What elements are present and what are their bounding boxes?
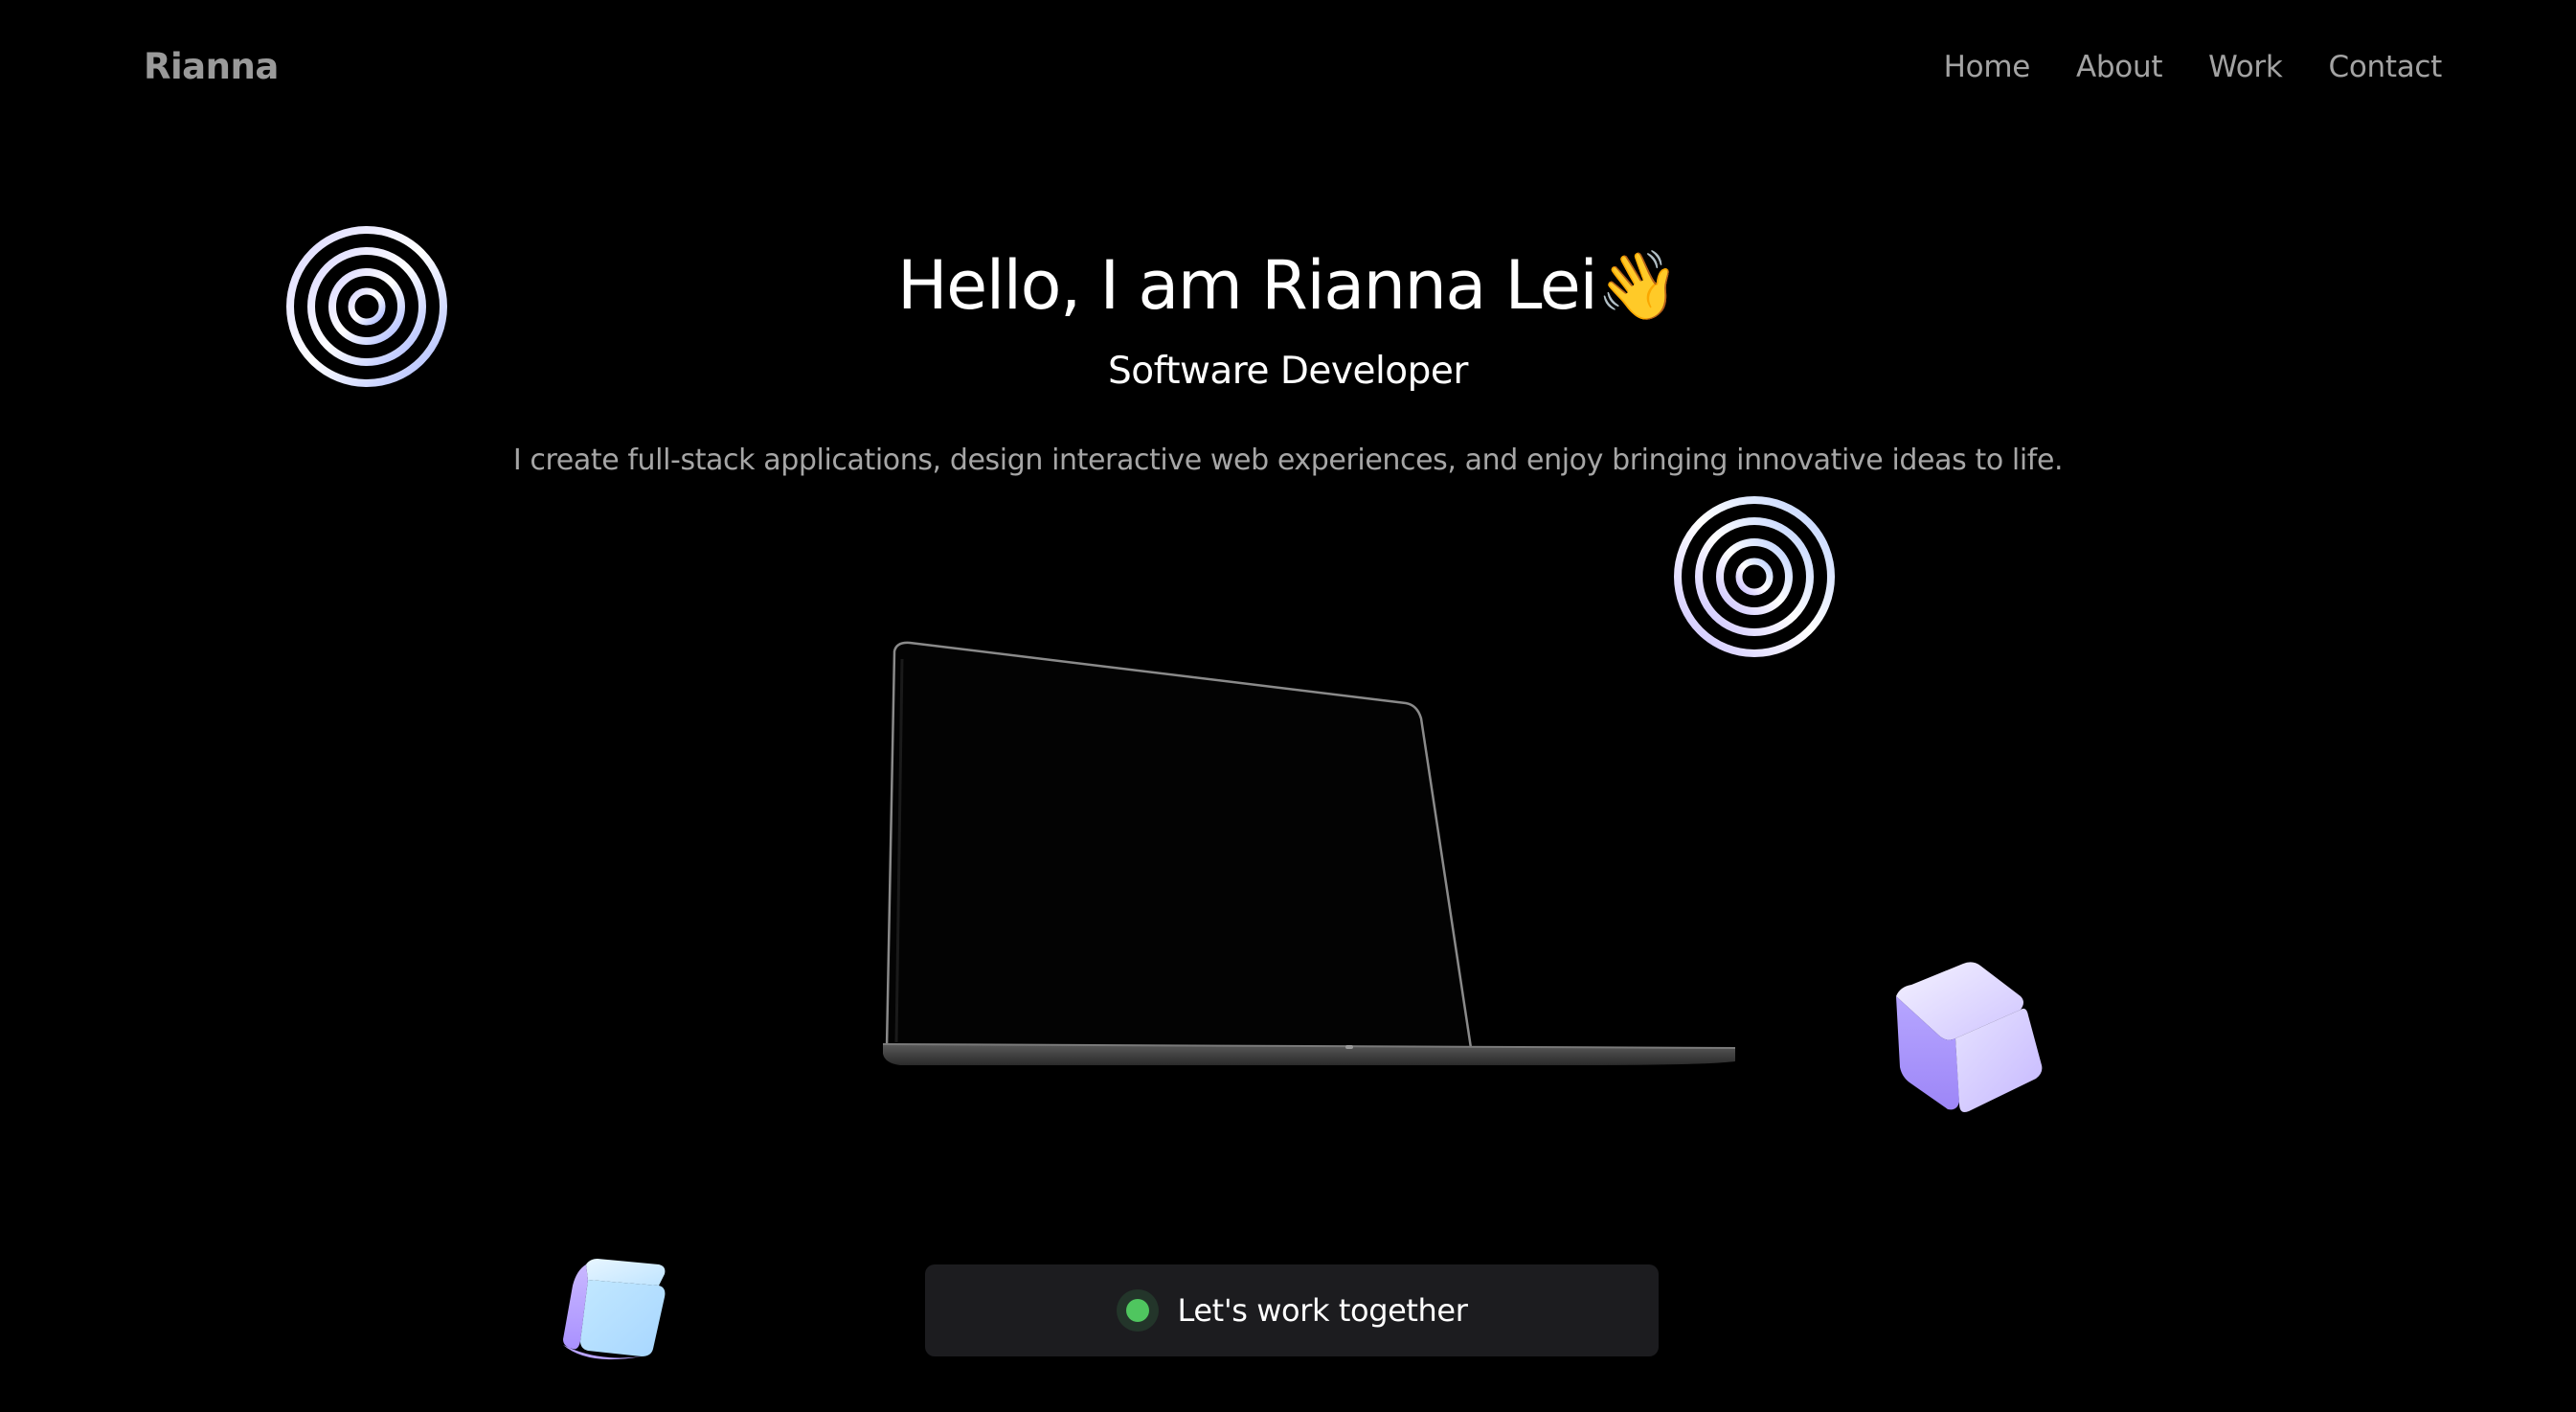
cube-icon	[563, 1259, 666, 1360]
nav-link-about[interactable]: About	[2076, 50, 2162, 84]
nav-link-home[interactable]: Home	[1944, 50, 2031, 84]
work-together-button[interactable]: Let's work together	[925, 1264, 1659, 1356]
status-dot-icon	[1125, 1299, 1149, 1322]
status-indicator	[1116, 1289, 1159, 1332]
hero-description: I create full-stack applications, design…	[512, 444, 2064, 477]
cube-icon	[1896, 962, 2043, 1112]
nav-link-contact[interactable]: Contact	[2328, 50, 2442, 84]
site-logo[interactable]: Rianna	[144, 46, 279, 87]
laptop-icon	[882, 641, 1736, 1065]
main-nav: Home About Work Contact	[1944, 50, 2443, 84]
work-together-label: Let's work together	[1177, 1292, 1468, 1329]
concentric-rings-icon	[286, 226, 447, 387]
nav-link-work[interactable]: Work	[2208, 50, 2283, 84]
